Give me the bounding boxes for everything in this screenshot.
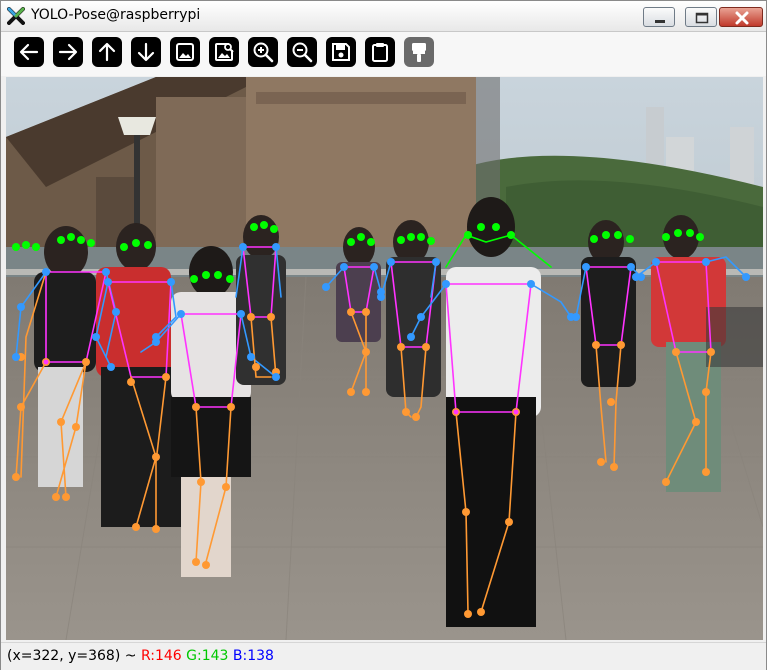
title-bar[interactable]: YOLO-Pose@raspberrypi xyxy=(1,1,766,32)
zoom-to-fit-button[interactable] xyxy=(170,37,200,67)
arrow-up-icon xyxy=(98,42,116,62)
minimize-icon xyxy=(655,20,665,23)
cursor-coords: (x=322, y=368) ~ xyxy=(7,648,141,664)
close-button[interactable] xyxy=(719,7,763,27)
x-logo-icon xyxy=(7,7,25,25)
maximize-icon xyxy=(695,12,709,24)
pan-right-button[interactable] xyxy=(53,37,83,67)
toolbar xyxy=(1,32,766,76)
save-button[interactable] xyxy=(326,37,356,67)
close-icon xyxy=(735,11,749,25)
maximize-button[interactable] xyxy=(685,7,717,27)
image-search-icon xyxy=(215,43,234,61)
arrow-down-icon xyxy=(137,42,155,62)
minimize-button[interactable] xyxy=(643,7,675,27)
pan-up-button[interactable] xyxy=(92,37,122,67)
zoom-in-button[interactable] xyxy=(248,37,278,67)
blue-value: B:138 xyxy=(232,648,274,664)
brush-icon xyxy=(412,43,426,62)
status-bar: (x=322, y=368) ~ R:146 G:143 B:138 xyxy=(1,642,766,670)
green-value: G:143 xyxy=(186,648,229,664)
clipboard-icon xyxy=(372,43,388,62)
properties-button[interactable] xyxy=(404,37,434,67)
zoom-original-button[interactable] xyxy=(209,37,239,67)
zoom-out-button[interactable] xyxy=(287,37,317,67)
pixel-info: (x=322, y=368) ~ R:146 G:143 B:138 xyxy=(7,648,274,664)
copy-button[interactable] xyxy=(365,37,395,67)
zoom-in-icon xyxy=(253,42,274,63)
app-window: YOLO-Pose@raspberrypi (x=322, y=368) ~ R… xyxy=(0,0,767,670)
window-title: YOLO-Pose@raspberrypi xyxy=(31,7,201,23)
image-icon xyxy=(176,43,194,61)
pan-left-button[interactable] xyxy=(14,37,44,67)
arrow-left-icon xyxy=(19,43,39,61)
pan-down-button[interactable] xyxy=(131,37,161,67)
pose-detection-image xyxy=(6,77,763,640)
image-canvas[interactable] xyxy=(6,77,763,640)
red-value: R:146 xyxy=(140,648,182,664)
zoom-out-icon xyxy=(292,42,313,63)
arrow-right-icon xyxy=(58,43,78,61)
save-icon xyxy=(332,43,350,61)
